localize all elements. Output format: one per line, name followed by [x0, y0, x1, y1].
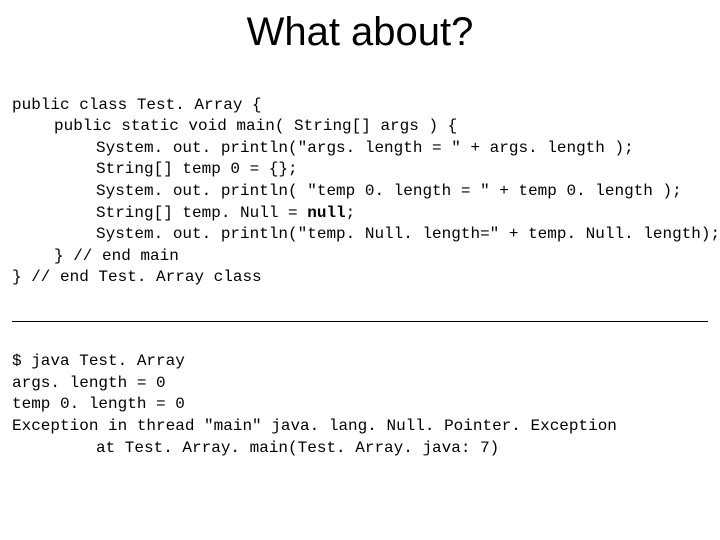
- output-line: Exception in thread "main" java. lang. N…: [12, 417, 617, 435]
- code-line: public static void main( String[] args )…: [12, 117, 457, 135]
- code-block-output: $ java Test. Array args. length = 0 temp…: [12, 330, 708, 481]
- code-line: System. out. println("temp. Null. length…: [12, 225, 720, 243]
- code-line: String[] temp. Null = null;: [12, 204, 355, 222]
- code-line: String[] temp 0 = {};: [12, 160, 298, 178]
- code-line: System. out. println("args. length = " +…: [12, 139, 634, 157]
- code-fragment: String[] temp. Null =: [96, 204, 307, 222]
- code-block-source: public class Test. Array { public static…: [12, 73, 708, 311]
- slide-title: What about?: [12, 10, 708, 55]
- divider: [12, 321, 708, 322]
- code-line: public class Test. Array {: [12, 96, 262, 114]
- output-line: temp 0. length = 0: [12, 395, 185, 413]
- output-line: $ java Test. Array: [12, 352, 185, 370]
- code-fragment: ;: [346, 204, 356, 222]
- output-line: args. length = 0: [12, 374, 166, 392]
- output-line: at Test. Array. main(Test. Array. java: …: [12, 439, 499, 457]
- code-line: } // end Test. Array class: [12, 268, 262, 286]
- slide: What about? public class Test. Array { p…: [0, 0, 720, 540]
- code-line: } // end main: [12, 247, 179, 265]
- code-line: System. out. println( "temp 0. length = …: [12, 182, 682, 200]
- keyword-null: null: [307, 204, 345, 222]
